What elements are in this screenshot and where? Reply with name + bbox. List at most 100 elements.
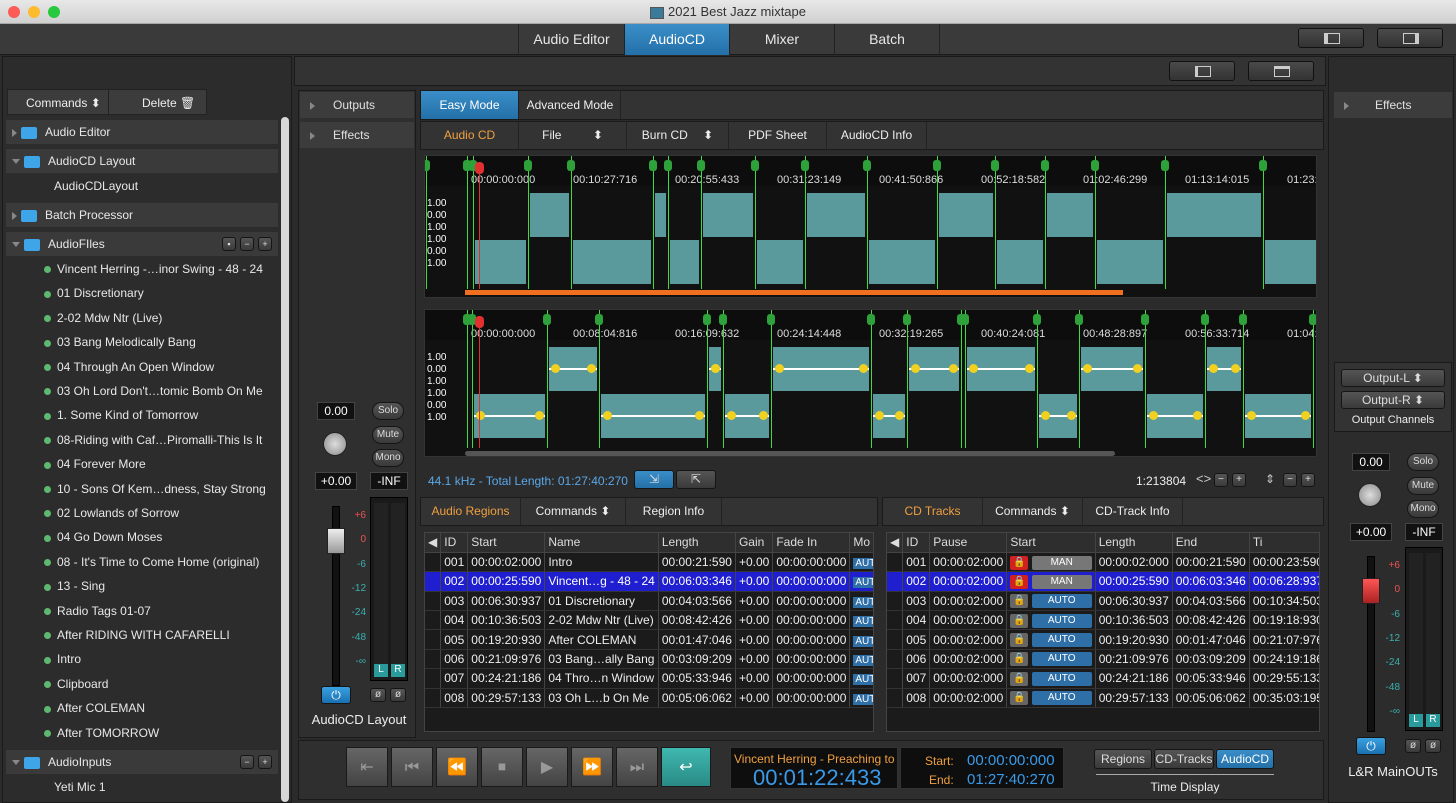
- remove-icon[interactable]: −: [240, 755, 254, 769]
- pan-knob[interactable]: [323, 432, 347, 456]
- column-header[interactable]: Ti: [1249, 533, 1319, 553]
- cd-marker-line[interactable]: [907, 310, 908, 448]
- time-audiocd-button[interactable]: AudioCD: [1216, 749, 1274, 769]
- lock-icon[interactable]: 🔒: [1010, 594, 1029, 609]
- cd-marker-line[interactable]: [1263, 156, 1264, 289]
- out-mono-button[interactable]: Mono: [1407, 500, 1439, 518]
- overview-waveform[interactable]: 00:00:00:000 00:10:27:716 00:20:55:433 00:3…: [424, 155, 1317, 298]
- cd-marker-line[interactable]: [1095, 156, 1096, 289]
- cd-marker-line[interactable]: [1205, 310, 1206, 448]
- envelope-point[interactable]: [1041, 411, 1050, 420]
- cd-marker-line[interactable]: [995, 156, 996, 289]
- column-header[interactable]: Length: [658, 533, 736, 553]
- cd-marker-line[interactable]: [965, 310, 966, 448]
- cd-marker-line[interactable]: [467, 156, 468, 289]
- fast-forward-icon[interactable]: ⏩: [571, 747, 613, 787]
- audio-region-clip[interactable]: [1167, 193, 1261, 237]
- cd-marker-handle[interactable]: [664, 160, 672, 171]
- next-icon[interactable]: ⏭: [616, 747, 658, 787]
- cd-marker-handle[interactable]: [1091, 160, 1099, 171]
- remove-icon[interactable]: −: [240, 237, 254, 251]
- column-header[interactable]: Fade In: [772, 533, 851, 553]
- table-row[interactable]: 008 00:29:57:133 03 Oh L…b On Me 00:05:06:0…: [425, 688, 873, 709]
- envelope-point[interactable]: [1231, 364, 1240, 373]
- cd-marker-line[interactable]: [668, 156, 669, 289]
- cd-marker-line[interactable]: [1243, 310, 1244, 448]
- time-cdtracks-button[interactable]: CD-Tracks: [1154, 749, 1214, 769]
- cd-marker-line[interactable]: [472, 310, 473, 448]
- envelope-point[interactable]: [1193, 411, 1202, 420]
- cd-marker-handle[interactable]: [863, 160, 871, 171]
- range-tool-button[interactable]: ⇱: [676, 470, 716, 489]
- minimize-window-button[interactable]: [28, 6, 40, 18]
- envelope-point[interactable]: [1149, 411, 1158, 420]
- mode-badge[interactable]: AUT: [853, 577, 873, 589]
- v-zoom-in-icon[interactable]: +: [1301, 473, 1315, 487]
- out-power-button[interactable]: ⏻: [1356, 737, 1386, 755]
- table-row[interactable]: 002 00:00:02:000 🔒 MAN 00:00:25:590 00:06:03…: [887, 571, 1319, 592]
- tab-batch[interactable]: Batch: [834, 24, 940, 55]
- audio-region-clip[interactable]: [670, 240, 699, 284]
- cd-marker-handle[interactable]: [425, 160, 430, 171]
- audio-file-item[interactable]: 04 Go Down Moses: [6, 525, 278, 549]
- audio-region-clip[interactable]: [475, 240, 526, 284]
- table-row[interactable]: 001 00:00:02:000 Intro 00:00:21:590 +0.00 00:…: [425, 552, 873, 573]
- lock-icon[interactable]: 🔒: [1010, 574, 1029, 589]
- cd-marker-handle[interactable]: [1041, 160, 1049, 171]
- cd-marker-handle[interactable]: [961, 314, 969, 325]
- detail-waveform[interactable]: 00:00:00:00000:08:04:81600:16:09:63200:2…: [424, 309, 1317, 457]
- envelope-point[interactable]: [1133, 364, 1142, 373]
- out-solo-button[interactable]: Solo: [1407, 453, 1439, 471]
- audio-file-item[interactable]: 02 Lowlands of Sorrow: [6, 501, 278, 525]
- audio-file-item[interactable]: 04 Through An Open Window: [6, 355, 278, 379]
- cdtracks-commands-menu[interactable]: Commands ⬍: [983, 498, 1083, 525]
- cd-marker-handle[interactable]: [767, 314, 775, 325]
- cd-marker-line[interactable]: [937, 156, 938, 289]
- effects-section[interactable]: Effects: [300, 122, 414, 148]
- cd-marker-handle[interactable]: [649, 160, 657, 171]
- pause-mode-badge[interactable]: MAN: [1031, 555, 1092, 570]
- file-menu[interactable]: File ⬍: [519, 122, 627, 149]
- audio-file-item[interactable]: After RIDING WITH CAFARELLI: [6, 623, 278, 647]
- cd-marker-handle[interactable]: [719, 314, 727, 325]
- selection-range-bar[interactable]: [465, 290, 1123, 295]
- tab-audio-editor[interactable]: Audio Editor: [518, 24, 624, 55]
- cd-marker-line[interactable]: [707, 310, 708, 448]
- cd-marker-handle[interactable]: [933, 160, 941, 171]
- audio-region-clip[interactable]: [807, 193, 865, 237]
- pan-value[interactable]: +0.00: [315, 472, 357, 490]
- phase-r-icon[interactable]: ø: [1425, 739, 1441, 753]
- envelope-point[interactable]: [895, 411, 904, 420]
- pause-mode-badge[interactable]: AUTO: [1031, 613, 1092, 628]
- cd-marker-line[interactable]: [1313, 310, 1314, 448]
- pause-mode-badge[interactable]: MAN: [1031, 574, 1092, 589]
- envelope-point[interactable]: [775, 364, 784, 373]
- audio-region-clip[interactable]: [869, 240, 935, 284]
- cd-marker-handle[interactable]: [1075, 314, 1083, 325]
- cd-marker-handle[interactable]: [1033, 314, 1041, 325]
- detail-scrollbar[interactable]: [465, 451, 1115, 456]
- cd-marker-line[interactable]: [473, 156, 474, 289]
- output-r-select[interactable]: Output-R ⬍: [1341, 391, 1445, 409]
- table-row[interactable]: 005 00:00:02:000 🔒 AUTO 00:19:20:930 00:01:4…: [887, 629, 1319, 650]
- lock-icon[interactable]: 🔒: [1010, 613, 1029, 628]
- speaker-icon[interactable]: ◀: [887, 533, 904, 553]
- envelope-point[interactable]: [695, 411, 704, 420]
- cd-marker-line[interactable]: [1037, 310, 1038, 448]
- right-effects-section[interactable]: Effects: [1334, 92, 1452, 118]
- loop-icon[interactable]: ↩: [661, 747, 711, 787]
- audio-region-clip[interactable]: [939, 193, 993, 237]
- cd-marker-handle[interactable]: [1309, 314, 1316, 325]
- envelope-point[interactable]: [1025, 364, 1034, 373]
- envelope-point[interactable]: [1301, 411, 1310, 420]
- envelope-point[interactable]: [476, 411, 485, 420]
- phase-l-icon[interactable]: ø: [1405, 739, 1421, 753]
- pdf-sheet-button[interactable]: PDF Sheet: [729, 122, 827, 149]
- pause-mode-badge[interactable]: AUTO: [1031, 633, 1092, 648]
- pause-mode-badge[interactable]: AUTO: [1031, 691, 1092, 706]
- mode-badge[interactable]: AUT: [853, 558, 873, 570]
- sidebar-scrollbar[interactable]: [281, 117, 289, 802]
- column-header[interactable]: Start: [1006, 533, 1096, 553]
- regions-commands-menu[interactable]: Commands ⬍: [521, 498, 626, 525]
- cd-marker-handle[interactable]: [867, 314, 875, 325]
